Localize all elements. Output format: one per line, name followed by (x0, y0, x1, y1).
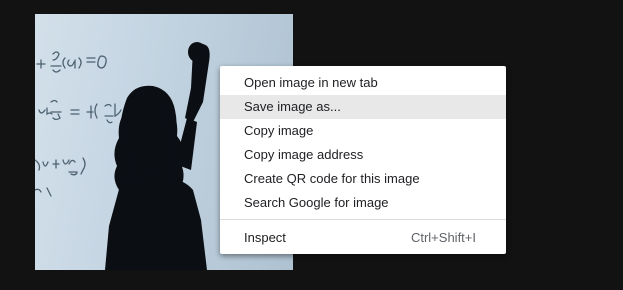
formula-scribbles (35, 51, 122, 197)
menu-item-label: Save image as... (244, 99, 341, 114)
menu-separator (220, 219, 506, 220)
menu-item-shortcut: Ctrl+Shift+I (410, 230, 476, 245)
menu-item-copy-image-address[interactable]: Copy image address (220, 143, 506, 167)
menu-item-label: Inspect (244, 230, 286, 245)
menu-item-label: Copy image (244, 123, 314, 138)
menu-item-open-image-new-tab[interactable]: Open image in new tab (220, 71, 506, 95)
menu-item-label: Open image in new tab (244, 75, 378, 90)
menu-item-copy-image[interactable]: Copy image (220, 119, 506, 143)
menu-item-create-qr-code[interactable]: Create QR code for this image (220, 167, 506, 191)
menu-item-label: Copy image address (244, 147, 364, 162)
person-silhouette (105, 42, 210, 270)
menu-item-inspect[interactable]: Inspect Ctrl+Shift+I (220, 226, 506, 250)
menu-item-save-image-as[interactable]: Save image as... (220, 95, 506, 119)
menu-item-label: Create QR code for this image (244, 171, 420, 186)
context-menu: Open image in new tab Save image as... C… (220, 66, 506, 254)
menu-item-label: Search Google for image (244, 195, 389, 210)
menu-item-search-google-for-image[interactable]: Search Google for image (220, 191, 506, 215)
